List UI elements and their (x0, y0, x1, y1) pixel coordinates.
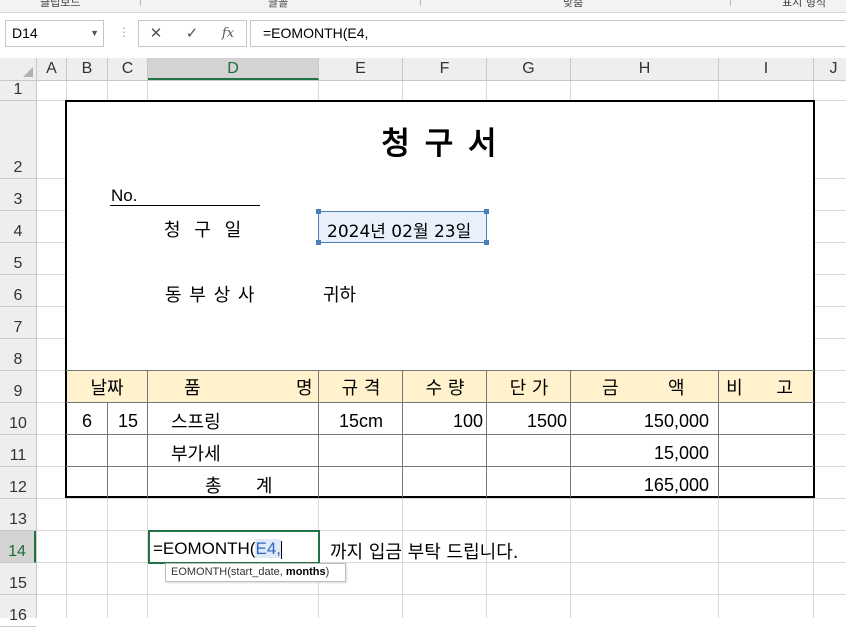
select-all-button[interactable] (0, 58, 37, 81)
row-header-15[interactable]: 15 (0, 563, 36, 595)
row-header-3[interactable]: 3 (0, 179, 36, 211)
row-header-6[interactable]: 6 (0, 275, 36, 307)
row-header-7[interactable]: 7 (0, 307, 36, 339)
column-header-f[interactable]: F (403, 58, 487, 80)
check-icon[interactable]: ✓ (177, 21, 207, 46)
column-header-g[interactable]: G (487, 58, 571, 80)
column-headers: A B C D E F G H I J (0, 58, 846, 81)
row2-item: 부가세 (171, 444, 221, 465)
request-date-value: 2024년 02월 23일 (327, 222, 472, 242)
column-header-i[interactable]: I (719, 58, 814, 80)
row-header-5[interactable]: 5 (0, 243, 36, 275)
insert-function-icon[interactable]: fx (213, 21, 243, 46)
cell-formula-prefix: =EOMONTH( (153, 539, 256, 558)
ribbon-group-number: 표시 형식 (782, 0, 826, 9)
function-tooltip[interactable]: EOMONTH(start_date, months) (165, 563, 346, 582)
invoice-number-label: No. (111, 186, 138, 205)
header-item-b: 명 (296, 378, 313, 399)
row-header-4[interactable]: 4 (0, 211, 36, 243)
ribbon-group-clipboard: 클립보드 (40, 0, 81, 9)
chevron-down-icon[interactable]: ▼ (90, 21, 99, 46)
formula-input[interactable]: =EOMONTH(E4, (250, 20, 846, 47)
column-header-d[interactable]: D (148, 58, 319, 80)
row1-item: 스프링 (171, 412, 221, 433)
row2-amount: 15,000 (653, 443, 709, 463)
text-cursor (281, 540, 283, 559)
column-header-h[interactable]: H (571, 58, 719, 80)
tooltip-current-arg: months (285, 566, 326, 578)
row-header-9[interactable]: 9 (0, 371, 36, 403)
column-header-a[interactable]: A (37, 58, 67, 80)
active-cell-d14[interactable]: =EOMONTH(E4, (148, 530, 320, 564)
row1-unit-price: 1500 (526, 411, 567, 431)
column-header-j[interactable]: J (814, 58, 846, 80)
row-header-1[interactable]: 1 (0, 81, 36, 101)
invoice-number-underline (110, 205, 260, 206)
header-amount-b: 액 (668, 378, 685, 399)
honorific-text: 귀하 (323, 285, 357, 306)
column-header-e[interactable]: E (319, 58, 403, 80)
cell-formula-ref: E4, (255, 539, 282, 558)
row3-amount: 165,000 (643, 475, 709, 495)
request-date-label: 청 구 일 (164, 220, 246, 241)
row1-amount: 150,000 (643, 411, 709, 431)
header-spec: 규 격 (341, 378, 381, 399)
row1-day: 15 (117, 411, 139, 431)
ribbon-group-font: 글꼴 (268, 0, 289, 9)
cancel-icon[interactable]: ✕ (141, 21, 171, 46)
header-amount-a: 금 (602, 378, 619, 399)
request-date-cell[interactable]: 2024년 02월 23일 (316, 209, 489, 245)
row-header-16[interactable]: 16 (0, 595, 36, 627)
name-box-value: D14 (12, 25, 38, 41)
company-name: 동 부 상 사 (165, 285, 256, 306)
row-header-8[interactable]: 8 (0, 339, 36, 371)
column-header-c[interactable]: C (108, 58, 148, 80)
invoice-title: 청 구 서 (381, 126, 499, 162)
formula-bar-grip-icon: ⋮ (118, 25, 130, 39)
row-header-2[interactable]: 2 (0, 101, 36, 179)
ribbon-group-alignment: 맞춤 (563, 0, 584, 9)
tooltip-function: EOMONTH(start_date, (171, 566, 286, 578)
header-item-a: 품 (184, 378, 201, 399)
formula-buttons: ✕ ✓ fx (138, 20, 247, 47)
name-box[interactable]: D14 ▼ (5, 20, 104, 47)
payment-request-text: 까지 입금 부탁 드립니다. (330, 542, 519, 563)
column-header-b[interactable]: B (67, 58, 108, 80)
row-header-11[interactable]: 11 (0, 435, 36, 467)
header-date: 날짜 (90, 378, 124, 399)
header-qty: 수 량 (425, 378, 465, 399)
row3-item: 총 계 (205, 476, 273, 497)
row-headers: 1 2 3 4 5 6 7 8 9 10 11 12 13 14 15 16 (0, 81, 37, 627)
tooltip-close-paren: ) (325, 566, 330, 578)
row-header-10[interactable]: 10 (0, 403, 36, 435)
header-note: 비 고 (726, 378, 807, 399)
row1-spec: 15cm (338, 411, 383, 431)
header-unit-price: 단 가 (509, 378, 549, 399)
row1-qty: 100 (452, 411, 483, 431)
row-header-14[interactable]: 14 (0, 531, 36, 563)
row-header-13[interactable]: 13 (0, 499, 36, 531)
row-header-12[interactable]: 12 (0, 467, 36, 499)
row1-month: 6 (81, 411, 92, 431)
ribbon-group-labels: 클립보드 글꼴 맞춤 표시 형식 (0, 0, 846, 13)
